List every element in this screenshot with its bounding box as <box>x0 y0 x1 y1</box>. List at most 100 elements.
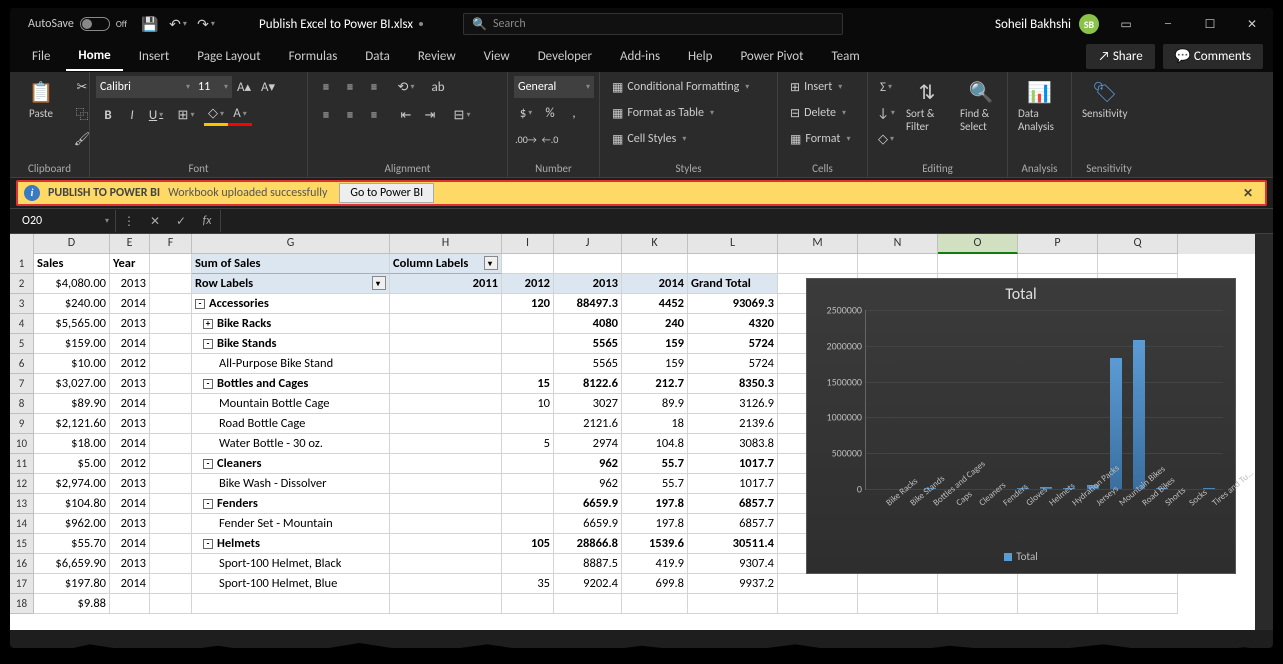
merge-icon[interactable]: ⊟▾ <box>450 104 474 126</box>
row-header[interactable]: 7 <box>10 374 34 394</box>
share-button[interactable]: ↗ Share <box>1086 44 1154 69</box>
column-header[interactable]: O <box>938 234 1018 254</box>
formula-more-icon[interactable]: ⋮ <box>116 210 142 232</box>
save-icon[interactable]: 💾 <box>137 11 163 37</box>
tab-developer[interactable]: Developer <box>526 43 604 70</box>
name-box[interactable]: O20▾ <box>16 210 116 232</box>
go-to-powerbi-button[interactable]: Go to Power BI <box>339 183 434 203</box>
insert-cells-button[interactable]: ⊞Insert▾ <box>784 76 856 98</box>
decrease-indent-icon[interactable]: ⇤ <box>394 104 418 126</box>
column-header[interactable]: F <box>150 234 192 254</box>
tab-help[interactable]: Help <box>676 43 724 70</box>
column-header[interactable]: K <box>622 234 688 254</box>
tab-team[interactable]: Team <box>819 43 871 70</box>
embedded-chart[interactable]: Total 0500000100000015000002000000250000… <box>806 278 1236 574</box>
tab-home[interactable]: Home <box>66 42 122 71</box>
tab-insert[interactable]: Insert <box>127 43 182 70</box>
align-right-icon[interactable]: ≡ <box>362 104 386 126</box>
avatar[interactable]: SB <box>1079 14 1099 34</box>
fill-color-icon[interactable]: ◇▾ <box>204 104 228 126</box>
increase-decimal-icon[interactable]: .00→ <box>514 128 538 150</box>
column-header[interactable]: M <box>778 234 858 254</box>
format-cells-button[interactable]: ▦Format▾ <box>784 128 856 150</box>
minimize-button[interactable]: ─ <box>1147 10 1189 38</box>
row-header[interactable]: 12 <box>10 474 34 494</box>
tab-page-layout[interactable]: Page Layout <box>185 43 272 70</box>
cancel-formula-icon[interactable]: ✕ <box>142 210 168 232</box>
notification-close-icon[interactable]: ✕ <box>1237 186 1259 201</box>
row-header[interactable]: 8 <box>10 394 34 414</box>
row-header[interactable]: 2 <box>10 274 34 294</box>
orientation-icon[interactable]: ⟲▾ <box>394 76 418 98</box>
number-format-select[interactable]: General▾ <box>514 76 594 98</box>
underline-button[interactable]: U▾ <box>144 104 168 126</box>
tab-file[interactable]: File <box>20 43 62 70</box>
clear-icon[interactable]: ◇▾ <box>874 128 898 150</box>
tab-power-pivot[interactable]: Power Pivot <box>728 43 815 70</box>
ribbon-mode-icon[interactable]: ▭ <box>1105 10 1147 38</box>
row-header[interactable]: 16 <box>10 554 34 574</box>
tab-data[interactable]: Data <box>353 43 402 70</box>
font-size-input[interactable]: 11▾ <box>194 76 232 98</box>
row-header[interactable]: 15 <box>10 534 34 554</box>
align-middle-icon[interactable]: ≡ <box>338 76 362 98</box>
decrease-font-icon[interactable]: A▾ <box>256 76 280 98</box>
align-top-icon[interactable]: ≡ <box>314 76 338 98</box>
accept-formula-icon[interactable]: ✓ <box>168 210 194 232</box>
row-header[interactable]: 6 <box>10 354 34 374</box>
align-bottom-icon[interactable]: ≡ <box>362 76 386 98</box>
column-header[interactable]: N <box>858 234 938 254</box>
spreadsheet-grid[interactable]: DEFGHIJKLMNOPQ 1234567891011121314151617… <box>10 234 1255 630</box>
bold-button[interactable]: B <box>96 104 120 126</box>
fill-icon[interactable]: ↓▾ <box>874 102 898 124</box>
row-header[interactable]: 11 <box>10 454 34 474</box>
decrease-decimal-icon[interactable]: ←.0 <box>538 128 562 150</box>
sort-filter-button[interactable]: ⇅Sort & Filter <box>902 76 952 137</box>
delete-cells-button[interactable]: ⊟Delete▾ <box>784 102 856 124</box>
user-name[interactable]: Soheil Bakhshi <box>995 17 1071 32</box>
maximize-button[interactable]: ☐ <box>1189 10 1231 38</box>
fx-icon[interactable]: fx <box>194 210 220 232</box>
column-header[interactable]: D <box>34 234 110 254</box>
select-all-corner[interactable] <box>10 234 34 254</box>
increase-font-icon[interactable]: A▴ <box>232 76 256 98</box>
conditional-formatting-button[interactable]: ▦Conditional Formatting▾ <box>606 76 755 98</box>
tab-add-ins[interactable]: Add-ins <box>608 43 672 70</box>
comments-button[interactable]: 💬 Comments <box>1163 44 1263 69</box>
close-button[interactable]: ✕ <box>1231 10 1273 38</box>
vertical-scrollbar[interactable] <box>1255 234 1273 630</box>
font-name-input[interactable]: Calibri▾ <box>96 76 194 98</box>
column-header[interactable]: L <box>688 234 778 254</box>
row-header[interactable]: 9 <box>10 414 34 434</box>
column-header[interactable]: E <box>110 234 150 254</box>
row-header[interactable]: 5 <box>10 334 34 354</box>
font-color-icon[interactable]: A▾ <box>228 104 252 126</box>
sensitivity-button[interactable]: 🏷Sensitivity <box>1078 76 1131 124</box>
currency-icon[interactable]: $▾ <box>514 102 538 124</box>
cell-styles-button[interactable]: ▦Cell Styles▾ <box>606 128 755 150</box>
comma-icon[interactable]: , <box>562 102 586 124</box>
undo-icon[interactable]: ↶▾ <box>165 11 191 37</box>
redo-icon[interactable]: ↷▾ <box>193 11 219 37</box>
column-header[interactable]: P <box>1018 234 1098 254</box>
border-icon[interactable]: ⊞▾ <box>174 104 198 126</box>
wrap-text-icon[interactable]: ab <box>426 76 450 98</box>
column-header[interactable]: G <box>192 234 390 254</box>
row-header[interactable]: 1 <box>10 254 34 274</box>
search-input[interactable]: 🔍 Search <box>463 13 843 35</box>
row-header[interactable]: 4 <box>10 314 34 334</box>
tab-formulas[interactable]: Formulas <box>277 43 350 70</box>
increase-indent-icon[interactable]: ⇥ <box>418 104 442 126</box>
column-header[interactable]: I <box>502 234 554 254</box>
find-select-button[interactable]: 🔍Find & Select <box>956 76 1006 137</box>
row-header[interactable]: 14 <box>10 514 34 534</box>
autosave-toggle[interactable]: AutoSave Off <box>10 17 137 31</box>
column-header[interactable]: H <box>390 234 502 254</box>
data-analysis-button[interactable]: 📊Data Analysis <box>1014 76 1065 137</box>
tab-review[interactable]: Review <box>406 43 468 70</box>
column-header[interactable]: J <box>554 234 622 254</box>
row-header[interactable]: 17 <box>10 574 34 594</box>
autosum-icon[interactable]: Σ▾ <box>874 76 898 98</box>
italic-button[interactable]: I <box>120 104 144 126</box>
align-center-icon[interactable]: ≡ <box>338 104 362 126</box>
